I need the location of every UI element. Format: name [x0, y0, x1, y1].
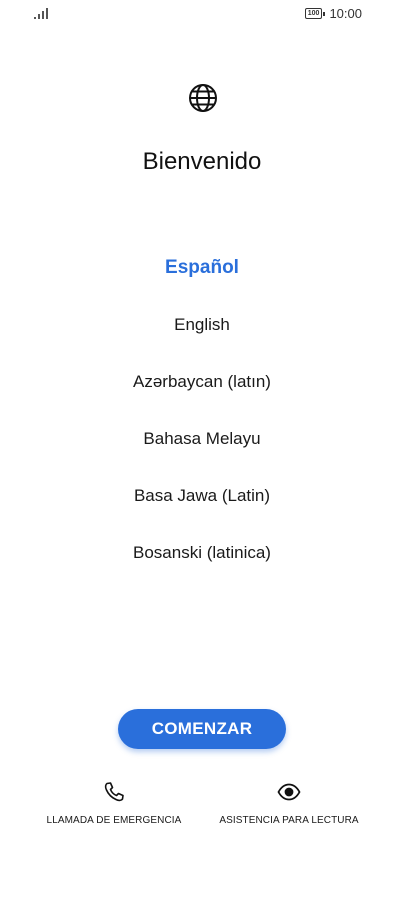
- reading-assistance-button[interactable]: ASISTENCIA PARA LECTURA: [214, 780, 364, 828]
- status-right: 100 10:00: [304, 6, 362, 21]
- language-option-espanol[interactable]: Español: [0, 253, 404, 282]
- language-option-bahasa-melayu[interactable]: Bahasa Melayu: [0, 424, 404, 453]
- clock: 10:00: [329, 6, 362, 21]
- language-list: Español English Azərbaycan (latın) Bahas…: [0, 253, 404, 595]
- reading-assistance-label: ASISTENCIA PARA LECTURA: [219, 815, 359, 826]
- eye-icon: [277, 783, 301, 801]
- emergency-call-button[interactable]: LLAMADA DE EMERGENCIA: [40, 780, 188, 828]
- language-option-english[interactable]: English: [0, 310, 404, 339]
- signal-icon: [34, 8, 48, 19]
- status-bar: 100 10:00: [0, 0, 404, 28]
- phone-icon: [104, 782, 124, 802]
- start-button[interactable]: COMENZAR: [118, 709, 286, 749]
- language-option-azerbaycan[interactable]: Azərbaycan (latın): [0, 367, 404, 396]
- battery-icon: 100: [304, 8, 326, 19]
- language-option-bosanski[interactable]: Bosanski (latinica): [0, 538, 404, 567]
- globe-icon: [189, 84, 217, 112]
- battery-level: 100: [304, 8, 323, 19]
- language-option-basa-jawa[interactable]: Basa Jawa (Latin): [0, 481, 404, 510]
- page-title: Bienvenido: [142, 148, 262, 175]
- emergency-call-label: LLAMADA DE EMERGENCIA: [46, 815, 182, 826]
